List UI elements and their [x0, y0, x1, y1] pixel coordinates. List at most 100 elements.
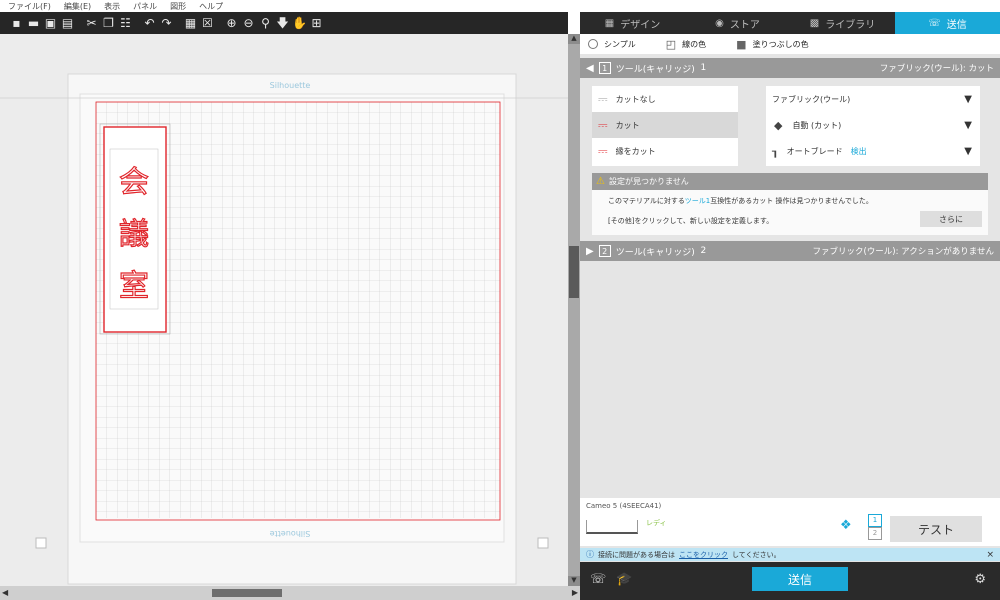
warning-box: ⚠ 設定が見つかりません このマテリアルに対するツール1互換性があるカット 操作は… — [592, 173, 988, 235]
help-link[interactable]: ここをクリック — [679, 550, 728, 560]
info-icon: ⓘ — [586, 550, 594, 559]
scroll-right-icon[interactable]: ▶ — [572, 588, 578, 597]
redo-icon[interactable]: ↷ — [158, 12, 175, 34]
store-icon: ◉ — [715, 17, 724, 29]
menu-bar: ファイル(F) 編集(E) 表示 パネル 図形 ヘルプ — [0, 0, 1000, 12]
collapse-triangle-icon[interactable]: ◀ — [586, 63, 594, 74]
horizontal-scrollbar[interactable]: ◀ ▶ — [0, 586, 580, 600]
tool-select-icon[interactable]: 12 — [868, 514, 882, 540]
paste-icon[interactable]: ☷ — [117, 12, 134, 34]
save-icon[interactable]: ▣ — [42, 12, 59, 34]
tool2-header[interactable]: ▶ 2 ツール(キャリッジ) 2 ファブリック(ウール): アクションがありませ… — [580, 241, 1000, 261]
zoom-in-icon[interactable]: ⊕ — [223, 12, 240, 34]
undo-icon[interactable]: ↶ — [141, 12, 158, 34]
machine-icon — [586, 520, 638, 534]
pan-hand-icon[interactable]: ✋ — [291, 12, 308, 34]
device-name: Cameo 5 (4SEECA41) — [586, 502, 662, 510]
mode-simple[interactable]: シンプル — [588, 39, 636, 50]
watermark-top: Silhouette — [270, 81, 311, 90]
library-icon: ▩ — [809, 17, 820, 29]
tool1-header[interactable]: ◀ 1 ツール(キャリッジ) 1 ファブリック(ウール): カット — [580, 58, 1000, 78]
radio-icon — [588, 39, 598, 49]
cut-icon[interactable]: ✂ — [83, 12, 100, 34]
mat-handle-left — [35, 537, 47, 549]
select-icon[interactable]: ▦ — [182, 12, 199, 34]
dropdown-arrow-icon: ▼ — [964, 119, 972, 131]
watermark-bottom: Silhouette — [270, 529, 311, 538]
line-color-icon: ◰ — [665, 37, 677, 51]
more-button[interactable]: さらに — [920, 211, 982, 227]
design-canvas[interactable]: Silhouette Silhouette 会 議 室 — [0, 34, 568, 586]
autoblade-icon: ┒ — [772, 144, 779, 158]
settings-list: ファブリック(ウール) ▼ ◆ 自動 (カット) ▼ ┒ オートブレード 検出 ▼ — [766, 86, 980, 166]
fill-color-icon: ■ — [736, 37, 747, 51]
tutorial-cap-icon[interactable]: 🎓 — [616, 572, 632, 587]
dropdown-arrow-icon: ▼ — [964, 145, 972, 157]
blade-icon: ◆ — [774, 118, 783, 132]
tab-store[interactable]: ◉ ストア — [685, 12, 790, 34]
tab-design[interactable]: ▦ デザイン — [580, 12, 685, 34]
mode-fill-color[interactable]: ■ 塗りつぶしの色 — [736, 38, 809, 51]
close-icon[interactable]: × — [986, 550, 994, 560]
expand-triangle-icon[interactable]: ▶ — [586, 246, 594, 257]
scroll-down-icon[interactable]: ▼ — [568, 576, 580, 586]
menu-help[interactable]: ヘルプ — [199, 1, 223, 12]
device-panel: Cameo 5 (4SEECA41) レディ ❖ 12 テスト — [580, 498, 1000, 546]
scroll-left-icon[interactable]: ◀ — [2, 588, 8, 597]
menu-file[interactable]: ファイル(F) — [8, 1, 51, 12]
tab-library[interactable]: ▩ ライブラリ — [790, 12, 895, 34]
blade-select[interactable]: ┒ オートブレード 検出 ▼ — [766, 138, 980, 164]
cut-action-icon: ⎓ — [598, 117, 608, 132]
mode-bar: シンプル ◰ 線の色 ■ 塗りつぶしの色 — [580, 34, 1000, 54]
artwork-char-1: 会 — [119, 165, 149, 200]
move-arrows-icon[interactable]: ❖ — [840, 518, 852, 533]
print-icon[interactable]: ▤ — [59, 12, 76, 34]
scroll-up-icon[interactable]: ▲ — [568, 34, 580, 44]
fit-page-icon[interactable]: ⊞ — [308, 12, 325, 34]
send-button[interactable]: 送信 — [752, 567, 848, 591]
material-select[interactable]: ファブリック(ウール) ▼ — [766, 86, 980, 112]
tool1-body: ⎓ カットなし ⎓ カット ⎓ 縁をカット ファブリック(ウール) ▼ ◆ 自動 (カット… — [580, 78, 1000, 166]
send-panel: シンプル ◰ 線の色 ■ 塗りつぶしの色 ◀ 1 ツール(キャリッジ) 1 ファブリ… — [580, 34, 1000, 600]
device-status: レディ — [646, 519, 667, 527]
mat-handle-right — [537, 537, 549, 549]
design-grid-icon: ▦ — [604, 17, 615, 29]
scroll-thumb[interactable] — [569, 246, 579, 298]
info-bar: ⓘ 接続に問題がある場合は ここをクリック してください。 × — [580, 548, 1000, 561]
right-tabs: ▦ デザイン ◉ ストア ▩ ライブラリ ☏ 送信 — [580, 12, 1000, 34]
action-edge-cut[interactable]: ⎓ 縁をカット — [592, 138, 738, 164]
artwork-char-2: 議 — [119, 217, 149, 252]
dropdown-arrow-icon: ▼ — [964, 93, 972, 105]
no-cut-icon: ⎓ — [598, 91, 608, 106]
deselect-icon[interactable]: ☒ — [199, 12, 216, 34]
test-button[interactable]: テスト — [890, 516, 982, 542]
menu-view[interactable]: 表示 — [104, 1, 120, 12]
warning-hint: [その他]をクリックして、新しい設定を定義します。 さらに — [592, 206, 988, 227]
send-icon: ☏ — [928, 17, 941, 29]
copy-icon[interactable]: ❐ — [100, 12, 117, 34]
zoom-select-icon[interactable]: ⚲ — [257, 12, 274, 34]
new-file-icon[interactable]: ▪ — [8, 12, 25, 34]
tab-send[interactable]: ☏ 送信 — [895, 12, 1000, 34]
open-folder-icon[interactable]: ▬ — [25, 12, 42, 34]
artwork-char-3: 室 — [119, 269, 149, 304]
action-cut[interactable]: ⎓ カット — [592, 112, 738, 138]
action-select[interactable]: ◆ 自動 (カット) ▼ — [766, 112, 980, 138]
warning-message: このマテリアルに対するツール1互換性があるカット 操作は見つかりませんでした。 — [608, 197, 873, 205]
hscroll-thumb[interactable] — [212, 589, 282, 597]
cutting-mat: Silhouette Silhouette 会 議 室 — [0, 73, 568, 585]
gear-icon[interactable]: ⚙ — [974, 572, 986, 587]
edge-cut-icon: ⎓ — [598, 143, 608, 158]
menu-edit[interactable]: 編集(E) — [64, 1, 91, 12]
warning-icon: ⚠ — [596, 176, 605, 187]
main-toolbar: ▪ ▬ ▣ ▤ ✂ ❐ ☷ ↶ ↷ ▦ ☒ ⊕ ⊖ ⚲ 🡇 ✋ ⊞ — [0, 12, 568, 34]
zoom-out-icon[interactable]: ⊖ — [240, 12, 257, 34]
menu-panel[interactable]: パネル — [133, 1, 157, 12]
mode-line-color[interactable]: ◰ 線の色 — [666, 38, 706, 51]
move-down-icon[interactable]: 🡇 — [274, 12, 291, 34]
machine-settings-icon[interactable]: ☏ — [590, 572, 606, 587]
action-no-cut[interactable]: ⎓ カットなし — [592, 86, 738, 112]
menu-shape[interactable]: 図形 — [170, 1, 186, 12]
vertical-scrollbar[interactable]: ▲ ▼ — [568, 34, 580, 586]
warning-header: ⚠ 設定が見つかりません — [592, 173, 988, 190]
